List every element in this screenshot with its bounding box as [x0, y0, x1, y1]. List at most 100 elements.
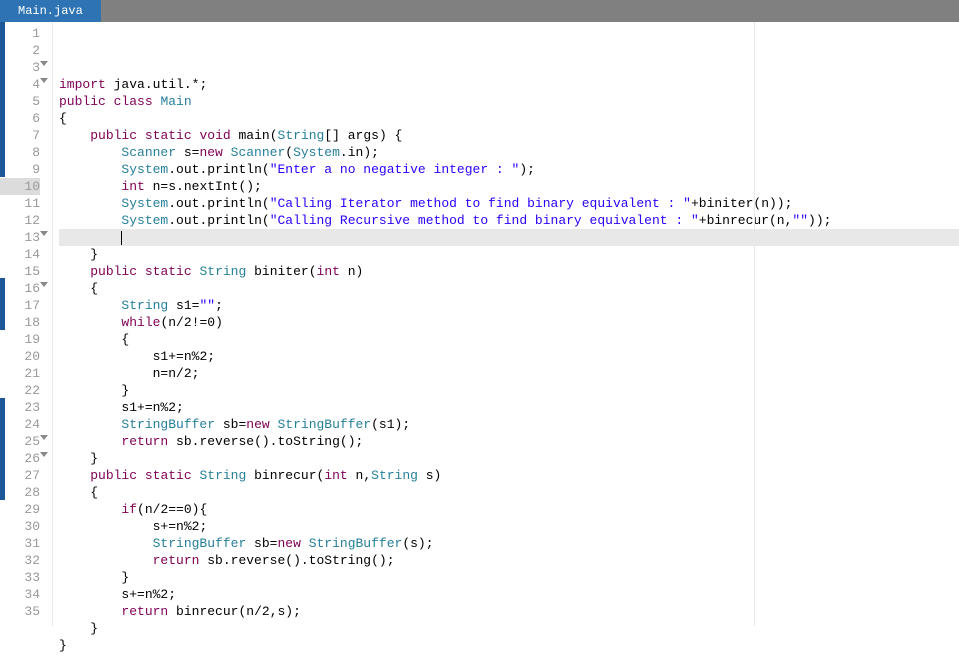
code-line[interactable]: {	[59, 484, 959, 501]
gutter-line: 10	[0, 178, 40, 195]
token-punc: s1=	[168, 298, 199, 313]
token-punc: s+=n%	[59, 519, 192, 534]
code-line[interactable]: return binrecur(n/2,s);	[59, 603, 959, 620]
code-line[interactable]: s+=n%2;	[59, 518, 959, 535]
code-line[interactable]: if(n/2==0){	[59, 501, 959, 518]
token-type: String	[371, 468, 418, 483]
gutter-line: 15	[0, 263, 40, 280]
code-line[interactable]: return sb.reverse().toString();	[59, 552, 959, 569]
token-punc: sb=	[246, 536, 277, 551]
token-ident: 2	[168, 400, 176, 415]
fold-toggle-icon[interactable]	[40, 452, 48, 457]
code-line[interactable]: s+=n%2;	[59, 586, 959, 603]
token-kw: static	[145, 128, 192, 143]
token-kw: void	[199, 128, 230, 143]
token-kw: return	[121, 604, 168, 619]
token-punc	[59, 315, 121, 330]
token-punc	[137, 128, 145, 143]
code-line[interactable]: {	[59, 331, 959, 348]
code-line[interactable]: }	[59, 450, 959, 467]
gutter-line: 34	[0, 586, 40, 603]
token-kw: while	[121, 315, 160, 330]
code-line[interactable]: Scanner s=new Scanner(System.in);	[59, 144, 959, 161]
token-ident: util	[153, 77, 184, 92]
token-punc: n,	[348, 468, 371, 483]
code-line[interactable]: System.out.println("Enter a no negative …	[59, 161, 959, 178]
code-line[interactable]: import java.util.*;	[59, 76, 959, 93]
code-line[interactable]	[59, 229, 959, 246]
code-line[interactable]: }	[59, 246, 959, 263]
code-line[interactable]: }	[59, 382, 959, 399]
code-line[interactable]: }	[59, 569, 959, 586]
tab-main-java[interactable]: Main.java	[0, 0, 101, 22]
code-line[interactable]: StringBuffer sb=new StringBuffer(s1);	[59, 416, 959, 433]
token-punc	[246, 264, 254, 279]
token-punc: ();	[238, 179, 261, 194]
code-line[interactable]: public static void main(String[] args) {	[59, 127, 959, 144]
token-punc: ();	[371, 553, 394, 568]
gutter-line: 33	[0, 569, 40, 586]
fold-toggle-icon[interactable]	[40, 78, 48, 83]
token-method: nextInt	[184, 179, 239, 194]
token-punc: sb.	[168, 434, 199, 449]
code-line[interactable]: public static String binrecur(int n,Stri…	[59, 467, 959, 484]
code-line[interactable]: }	[59, 620, 959, 637]
code-line[interactable]: }	[59, 637, 959, 654]
token-punc: .	[145, 77, 153, 92]
token-punc: (n/	[160, 315, 183, 330]
token-punc	[168, 604, 176, 619]
token-punc	[59, 434, 121, 449]
token-ident: out	[176, 213, 199, 228]
token-type: String	[199, 468, 246, 483]
token-method: reverse	[199, 434, 254, 449]
code-line[interactable]: s1+=n%2;	[59, 399, 959, 416]
token-punc	[59, 162, 121, 177]
token-punc: .*;	[184, 77, 207, 92]
token-punc: }	[59, 383, 129, 398]
code-line[interactable]: n=n/2;	[59, 365, 959, 382]
token-punc: +	[691, 196, 699, 211]
code-line[interactable]: s1+=n%2;	[59, 348, 959, 365]
token-punc: !=	[192, 315, 208, 330]
code-line[interactable]: return sb.reverse().toString();	[59, 433, 959, 450]
token-kw: public	[90, 468, 137, 483]
code-line[interactable]: StringBuffer sb=new StringBuffer(s);	[59, 535, 959, 552]
code-line[interactable]: {	[59, 280, 959, 297]
fold-toggle-icon[interactable]	[40, 231, 48, 236]
token-punc: {	[59, 281, 98, 296]
token-punc	[137, 468, 145, 483]
code-line[interactable]: while(n/2!=0)	[59, 314, 959, 331]
token-str: ""	[792, 213, 808, 228]
gutter-line: 19	[0, 331, 40, 348]
code-line[interactable]: public static String biniter(int n)	[59, 263, 959, 280]
token-punc	[59, 196, 121, 211]
code-line[interactable]: public class Main	[59, 93, 959, 110]
token-punc	[59, 145, 121, 160]
token-punc: .	[168, 196, 176, 211]
gutter-line: 11	[0, 195, 40, 212]
scroll-indicator	[0, 278, 5, 330]
code-line[interactable]: int n=s.nextInt();	[59, 178, 959, 195]
token-kw: public	[90, 264, 137, 279]
code-line[interactable]: String s1="";	[59, 297, 959, 314]
gutter: 1234567891011121314151617181920212223242…	[0, 22, 53, 626]
code-area[interactable]: import java.util.*;public class Main{ pu…	[53, 22, 959, 626]
code-line[interactable]: System.out.println("Calling Recursive me…	[59, 212, 959, 229]
token-type: System	[121, 213, 168, 228]
code-line[interactable]	[59, 654, 959, 671]
gutter-line: 24	[0, 416, 40, 433]
gutter-line: 14	[0, 246, 40, 263]
fold-toggle-icon[interactable]	[40, 435, 48, 440]
gutter-line: 27	[0, 467, 40, 484]
gutter-line: 4	[0, 76, 40, 93]
fold-toggle-icon[interactable]	[40, 61, 48, 66]
fold-toggle-icon[interactable]	[40, 282, 48, 287]
token-punc: ().	[254, 434, 277, 449]
token-method: reverse	[231, 553, 286, 568]
code-line[interactable]: System.out.println("Calling Iterator met…	[59, 195, 959, 212]
code-line[interactable]: {	[59, 110, 959, 127]
token-punc: (n,	[769, 213, 792, 228]
token-punc: n=s.	[145, 179, 184, 194]
gutter-line: 16	[0, 280, 40, 297]
gutter-line: 18	[0, 314, 40, 331]
